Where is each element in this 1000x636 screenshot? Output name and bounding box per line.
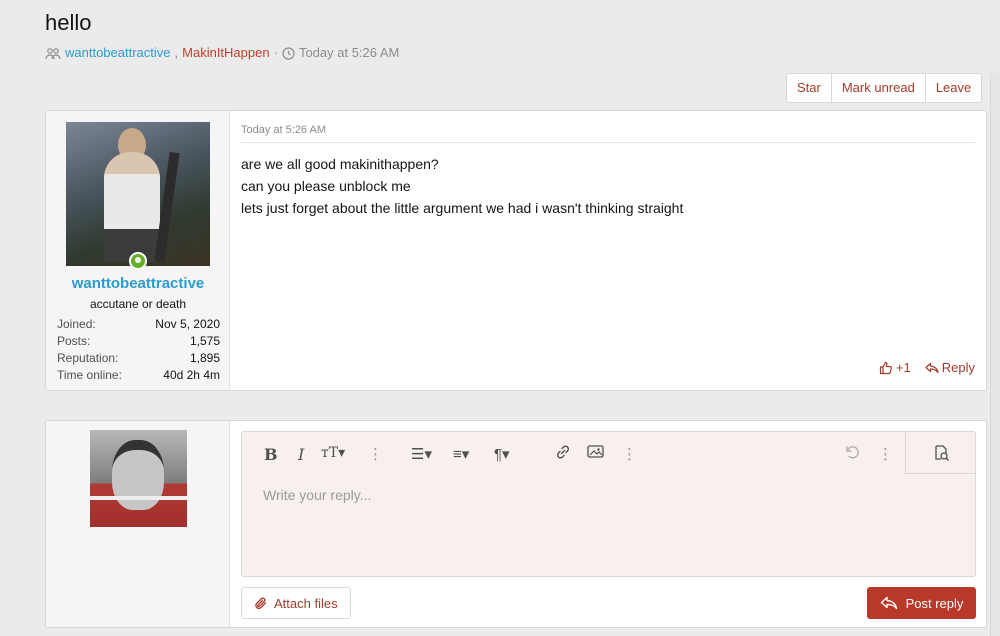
like-button[interactable]: +1 <box>879 360 911 375</box>
post-line-2: can you please unblock me <box>241 178 411 194</box>
post-line-3: lets just forget about the little argume… <box>241 200 684 216</box>
user-stats: Joined: Nov 5, 2020 Posts: 1,575 Reputatio… <box>57 316 220 384</box>
italic-button[interactable]: I <box>298 445 304 464</box>
reply-button[interactable]: Reply <box>925 360 975 375</box>
participant-separator: , <box>174 45 179 61</box>
reply-arrow-icon <box>925 362 939 373</box>
sidebar-edge <box>990 73 1000 636</box>
thread-meta: wanttobeattractive, MakinItHappen · Toda… <box>45 45 399 60</box>
mark-unread-button[interactable]: Mark unread <box>832 74 926 102</box>
participant-link-2[interactable]: MakinItHappen <box>182 45 269 60</box>
insert-more-icon[interactable]: ⋮ <box>622 445 637 463</box>
post-body: are we all good makinithappen? can you p… <box>241 153 683 219</box>
quick-reply: B I тТ▾ ⋮ ☰▾ ≡▾ ¶▾ ⋮ ⋮ Write your reply.… <box>45 420 987 628</box>
stat-joined: Joined: Nov 5, 2020 <box>57 317 220 331</box>
leave-button[interactable]: Leave <box>926 74 981 102</box>
thumbs-up-icon <box>879 361 892 374</box>
clock-icon <box>282 45 295 60</box>
post-username[interactable]: wanttobeattractive <box>46 275 230 292</box>
thread-actions: Star Mark unread Leave <box>786 73 983 103</box>
paragraph-icon[interactable]: ¶▾ <box>494 445 510 463</box>
post-date[interactable]: Today at 5:26 AM <box>241 124 326 136</box>
user-avatar[interactable] <box>66 122 210 266</box>
paperclip-icon <box>255 596 267 609</box>
reply-editor[interactable]: B I тТ▾ ⋮ ☰▾ ≡▾ ¶▾ ⋮ ⋮ Write your reply.… <box>241 431 976 577</box>
post-message-cell: Today at 5:26 AM are we all good makinit… <box>230 111 986 390</box>
attach-files-button[interactable]: Attach files <box>241 587 351 619</box>
stat-posts: Posts: 1,575 <box>57 334 220 348</box>
preview-icon <box>934 444 949 461</box>
participant-link-1[interactable]: wanttobeattractive <box>65 45 171 60</box>
stat-time-online: Time online: 40d 2h 4m <box>57 368 220 382</box>
stat-reputation: Reputation: 1,895 <box>57 351 220 365</box>
thread-time: Today at 5:26 AM <box>298 45 400 61</box>
post-user-cell: wanttobeattractive accutane or death Joi… <box>46 111 230 390</box>
participants-icon <box>45 45 61 60</box>
align-icon[interactable]: ≡▾ <box>453 445 469 463</box>
list-icon[interactable]: ☰▾ <box>411 445 432 463</box>
text-size-icon[interactable]: тТ▾ <box>321 445 345 461</box>
online-status-icon <box>129 252 147 270</box>
reply-user-cell <box>46 421 230 627</box>
thread-title: hello <box>45 10 92 35</box>
link-icon[interactable] <box>555 444 571 464</box>
current-user-avatar[interactable] <box>90 430 187 527</box>
post-reply-button[interactable]: Post reply <box>867 587 976 619</box>
post-actions: +1 Reply <box>879 360 975 375</box>
post-line-1: are we all good makinithappen? <box>241 156 439 172</box>
user-title: accutane or death <box>89 297 187 311</box>
meta-dot: · <box>273 45 278 61</box>
post-divider <box>241 142 975 143</box>
star-button[interactable]: Star <box>787 74 832 102</box>
undo-icon[interactable] <box>843 444 860 464</box>
preview-button[interactable] <box>905 432 975 474</box>
reply-icon <box>880 596 897 610</box>
reply-placeholder: Write your reply... <box>263 487 372 503</box>
message-post: wanttobeattractive accutane or death Joi… <box>45 110 987 391</box>
image-icon[interactable] <box>587 444 604 463</box>
more-options-icon[interactable]: ⋮ <box>368 445 383 463</box>
bold-button[interactable]: B <box>264 445 278 464</box>
editor-area: B I тТ▾ ⋮ ☰▾ ≡▾ ¶▾ ⋮ ⋮ Write your reply.… <box>230 421 986 627</box>
toolbar-more-icon[interactable]: ⋮ <box>878 445 893 463</box>
editor-toolbar: B I тТ▾ ⋮ ☰▾ ≡▾ ¶▾ ⋮ ⋮ <box>242 432 975 476</box>
